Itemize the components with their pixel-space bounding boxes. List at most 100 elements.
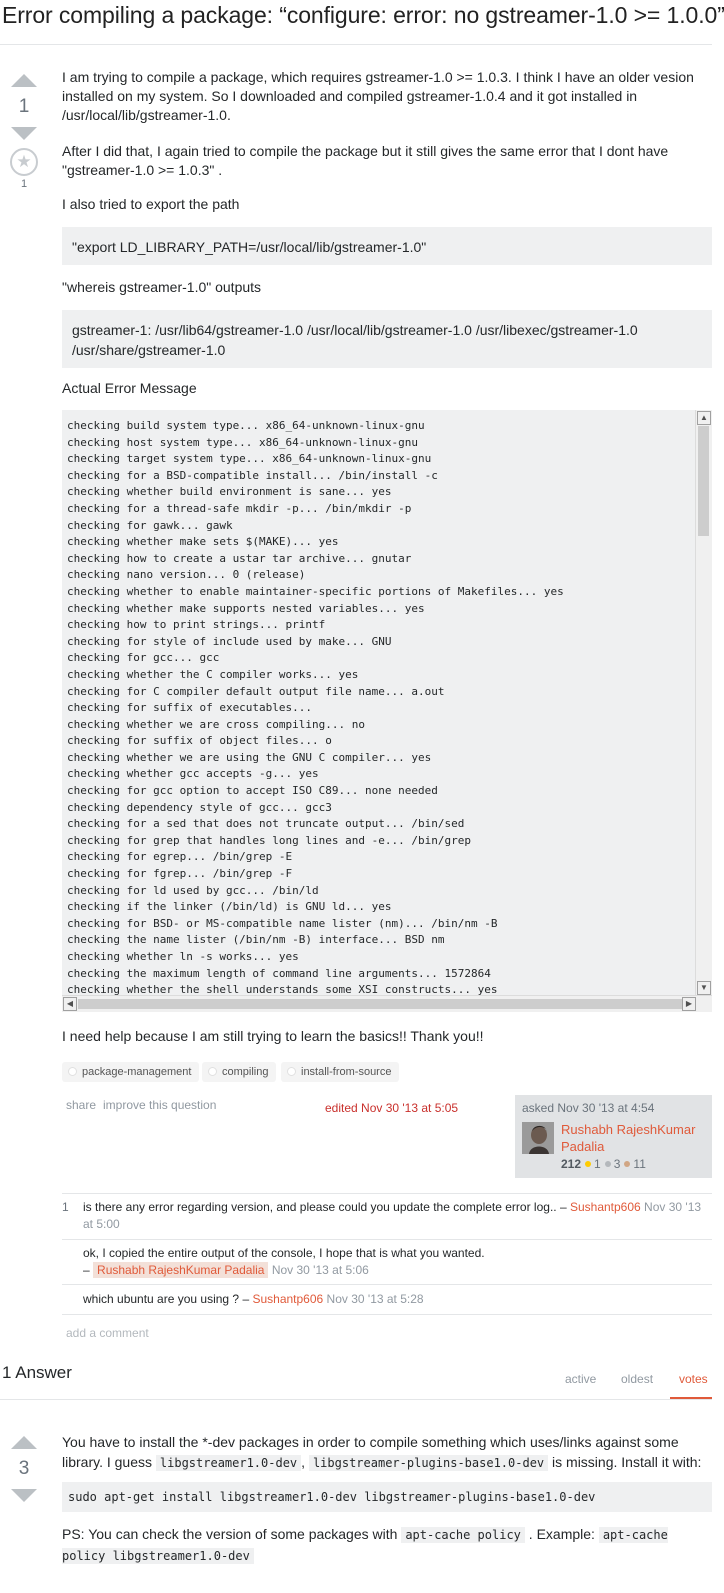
comment-divider — [62, 1193, 712, 1194]
error-log-line: checking for a thread-safe mkdir -p... /… — [67, 501, 412, 515]
tab-oldest[interactable]: oldest — [621, 1372, 653, 1386]
error-log-line: checking for grep that handles long line… — [67, 833, 471, 847]
error-log-line: checking for fgrep... /bin/grep -F — [67, 867, 293, 881]
title-divider — [0, 44, 712, 45]
comment-date[interactable]: Nov 30 '13 at 5:28 — [327, 1292, 424, 1306]
answer-vote-column: 3 — [4, 1436, 44, 1502]
comment-1: is there any error regarding version, an… — [83, 1199, 708, 1233]
question-paragraph-3-wrap: I also tried to export the path — [62, 195, 712, 214]
question-paragraph-5: Actual Error Message — [62, 380, 197, 396]
error-log-line: checking for gcc... gcc — [67, 651, 220, 665]
error-log-lines: checking build system type... x86_64-unk… — [67, 418, 564, 999]
comment-dash: – — [83, 1263, 90, 1277]
error-log-line: checking the maximum length of command l… — [67, 966, 491, 980]
horizontal-scroll-thumb[interactable] — [78, 999, 688, 1009]
export-path-block: "export LD_LIBRARY_PATH=/usr/local/lib/g… — [62, 227, 712, 265]
question-paragraph-4: "whereis gstreamer-1.0" outputs — [62, 279, 262, 295]
improve-question-link[interactable]: improve this question — [103, 1098, 216, 1112]
error-log-line: checking whether we are using the GNU C … — [67, 750, 432, 764]
error-log-line: checking the name lister (/bin/nm -B) in… — [67, 933, 445, 947]
scroll-down-icon[interactable]: ▼ — [697, 981, 711, 995]
error-log-line: checking how to create a ustar tar archi… — [67, 551, 412, 565]
question-paragraph-1: I am trying to compile a package, which … — [62, 69, 694, 123]
error-log-line: checking whether we are cross compiling.… — [67, 717, 366, 731]
tag-dot-icon — [68, 1067, 77, 1076]
error-log-line: checking build system type... x86_64-unk… — [67, 419, 425, 432]
comment-2: ok, I copied the entire output of the co… — [83, 1245, 708, 1279]
inline-code: apt-cache policy — [401, 1527, 525, 1543]
error-log-line: checking host system type... x86_64-unkn… — [67, 435, 418, 449]
comment-text: is there any error regarding version, an… — [83, 1200, 567, 1214]
error-log-code-block[interactable]: checking build system type... x86_64-unk… — [62, 410, 712, 1012]
silver-badge-icon — [604, 1161, 611, 1168]
error-log-line: checking whether to enable maintainer-sp… — [67, 584, 564, 598]
scroll-up-icon[interactable]: ▲ — [697, 411, 711, 425]
answer-vote-count: 3 — [18, 1458, 30, 1479]
comment-divider — [62, 1284, 712, 1285]
comment-score: 1 — [62, 1200, 69, 1214]
downvote-arrow-icon[interactable] — [11, 1489, 37, 1502]
comment-user-link[interactable]: Sushantp606 — [252, 1292, 323, 1306]
error-log-line: checking for gawk... gawk — [67, 518, 233, 532]
question-paragraph-5-wrap: Actual Error Message — [62, 379, 712, 398]
tag-label: compiling — [222, 1066, 269, 1078]
error-log-line: checking if the linker (/bin/ld) is GNU … — [67, 900, 392, 914]
error-log-line: checking for suffix of object files... o — [67, 734, 332, 748]
edited-info[interactable]: edited Nov 30 '13 at 5:05 — [325, 1101, 458, 1115]
upvote-arrow-icon[interactable] — [11, 74, 37, 87]
question-vote-count: 1 — [18, 96, 30, 117]
answer-paragraph-1: You have to install the *-dev packages i… — [62, 1432, 712, 1473]
comment-text: ok, I copied the entire output of the co… — [83, 1246, 485, 1260]
inline-code: libgstreamer-plugins-base1.0-dev — [308, 1455, 549, 1471]
reputation-score: 212 — [561, 1157, 582, 1171]
upvote-arrow-icon[interactable] — [11, 1436, 37, 1449]
share-link[interactable]: share — [66, 1098, 96, 1112]
answer-text: . Example: — [528, 1526, 595, 1542]
downvote-arrow-icon[interactable] — [11, 127, 37, 140]
vertical-scrollbar[interactable]: ▲ ▼ — [695, 410, 712, 996]
avatar[interactable] — [522, 1122, 554, 1154]
error-log-line: checking for gcc option to accept ISO C8… — [67, 784, 438, 798]
bronze-badge-icon — [624, 1161, 631, 1168]
error-log-line: checking how to print strings... printf — [67, 618, 326, 632]
answer-paragraph-2: PS: You can check the version of some pa… — [62, 1524, 712, 1566]
horizontal-scrollbar[interactable]: ◀ ▶ — [62, 995, 712, 1012]
scroll-left-icon[interactable]: ◀ — [63, 997, 77, 1011]
error-log-line: checking whether gcc accepts -g... yes — [67, 767, 319, 781]
star-icon[interactable]: ★ — [10, 148, 38, 176]
question-paragraph-2-wrap: After I did that, I again tried to compi… — [62, 142, 712, 180]
add-comment-link[interactable]: add a comment — [66, 1326, 149, 1340]
error-log-line: checking for a BSD-compatible install...… — [67, 468, 438, 482]
error-log-line: checking for style of include used by ma… — [67, 634, 392, 648]
tag-install-from-source[interactable]: install-from-source — [281, 1062, 400, 1082]
tag-compiling[interactable]: compiling — [202, 1062, 277, 1082]
error-log-line: checking for ld used by gcc... /bin/ld — [67, 883, 319, 897]
question-body: I am trying to compile a package, which … — [62, 68, 712, 125]
error-log-line: checking nano version... 0 (release) — [67, 568, 306, 582]
error-log-line: checking whether build environment is sa… — [67, 485, 392, 499]
question-paragraph-3: I also tried to export the path — [62, 196, 240, 212]
comment-divider — [62, 1314, 712, 1315]
scroll-right-icon[interactable]: ▶ — [682, 997, 696, 1011]
tab-votes[interactable]: votes — [679, 1372, 708, 1386]
install-command-block: sudo apt-get install libgstreamer1.0-dev… — [62, 1482, 712, 1512]
comment-3: which ubuntu are you using ? – Sushantp6… — [83, 1291, 708, 1308]
tab-active[interactable]: active — [565, 1372, 596, 1386]
comment-text: which ubuntu are you using ? – — [83, 1292, 250, 1306]
tag-package-management[interactable]: package-management — [62, 1062, 200, 1082]
answer-text: PS: You can check the version of some pa… — [62, 1526, 398, 1542]
error-log-line: checking target system type... x86_64-un… — [67, 452, 432, 466]
vertical-scroll-thumb[interactable] — [698, 426, 709, 536]
whereis-output-block: gstreamer-1: /usr/lib64/gstreamer-1.0 /u… — [62, 310, 712, 368]
comment-user-link[interactable]: Rushabh RajeshKumar Padalia — [93, 1262, 269, 1278]
comment-user-link[interactable]: Sushantp606 — [570, 1200, 641, 1214]
error-log-line: checking for C compiler default output f… — [67, 684, 445, 698]
question-title[interactable]: Error compiling a package: “configure: e… — [2, 2, 724, 29]
tag-dot-icon — [287, 1067, 296, 1076]
error-log-line: checking whether make sets $(MAKE)... ye… — [67, 535, 339, 549]
question-paragraph-2: After I did that, I again tried to compi… — [62, 143, 669, 178]
asker-reputation: 212 1 3 11 — [561, 1157, 646, 1171]
comment-date[interactable]: Nov 30 '13 at 5:06 — [272, 1263, 369, 1277]
asker-user-name[interactable]: Rushabh RajeshKumar Padalia — [561, 1121, 701, 1155]
error-log-line: checking for BSD- or MS-compatible name … — [67, 916, 498, 930]
